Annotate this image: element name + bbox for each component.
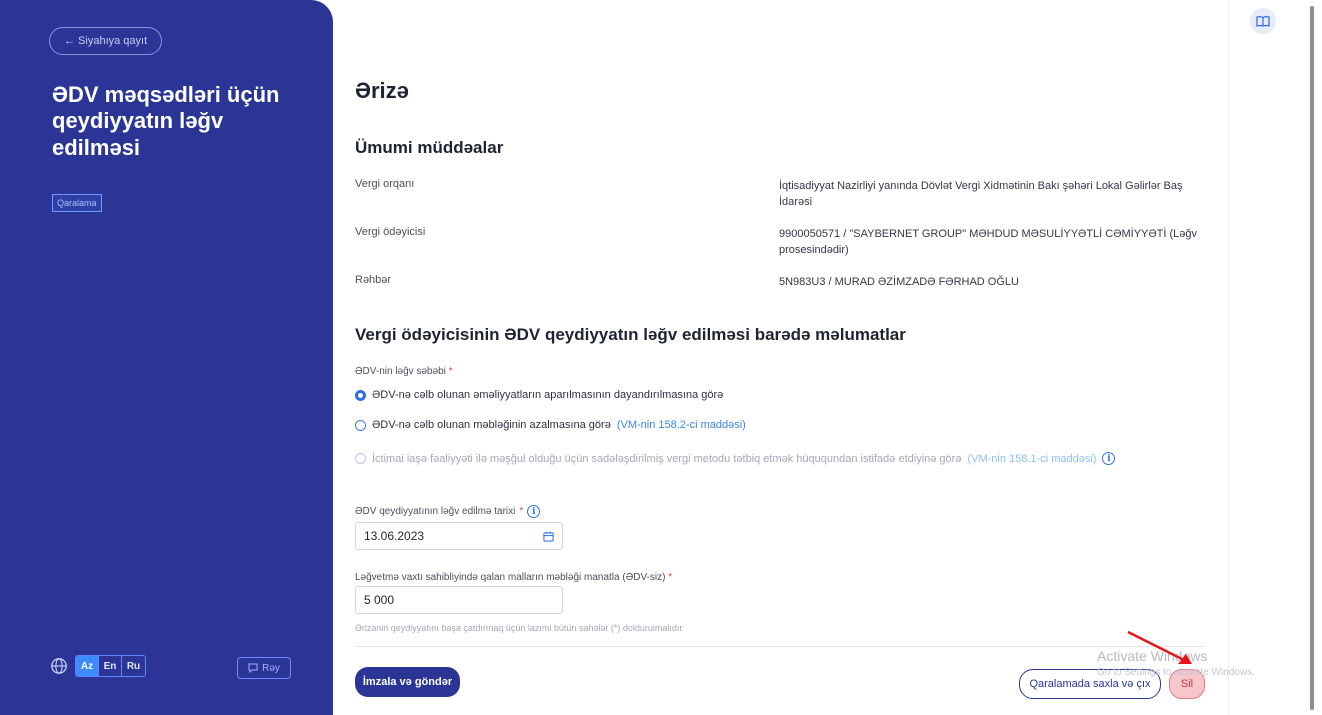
reason-option-1[interactable]: ƏDV-nə cəlb olunan əməliyyatların aparıl…: [355, 389, 723, 401]
reason-option-2[interactable]: ƏDV-nə cəlb olunan məbləğinin azalmasına…: [355, 419, 746, 431]
page-title: Ərizə: [355, 78, 409, 103]
main-content: Ərizə Ümumi müddəalar Vergi orqanı İqtis…: [355, 0, 1225, 715]
feedback-button[interactable]: Rəy: [237, 657, 291, 679]
sign-and-send-button[interactable]: İmzala və göndər: [355, 667, 460, 697]
date-label: ƏDV qeydiyyatının ləğv edilmə tarixi * i: [355, 505, 541, 518]
director-label: Rəhbər: [355, 274, 392, 286]
reason-option-1-text: ƏDV-nə cəlb olunan əməliyyatların aparıl…: [372, 389, 724, 401]
taxpayer-label: Vergi ödəyicisi: [355, 226, 426, 238]
reason-option-3: İctimai iaşə fəaliyyəti ilə məşğul olduğ…: [355, 452, 1116, 465]
book-icon: [1256, 16, 1270, 27]
reason-option-2-text: ƏDV-nə cəlb olunan məbləğinin azalmasına…: [372, 419, 611, 431]
activation-watermark-title: Activate Windows: [1097, 648, 1208, 664]
comment-icon: [248, 663, 258, 673]
reason-label: ƏDV-nin ləğv səbəbi *: [355, 366, 453, 377]
calendar-icon[interactable]: [543, 531, 554, 542]
radio-unselected[interactable]: [355, 419, 366, 431]
general-section-title: Ümumi müddəalar: [355, 138, 504, 157]
language-switcher: Az En Ru: [75, 655, 146, 677]
article-link-158-2[interactable]: (VM-nin 158.2-ci maddəsi): [617, 419, 746, 431]
tax-authority-label: Vergi orqanı: [355, 178, 415, 190]
date-info-icon[interactable]: i: [527, 505, 541, 518]
article-link-158-1[interactable]: (VM-nin 158.1-ci maddəsi): [967, 453, 1096, 465]
status-badge: Qaralama: [52, 194, 102, 212]
sidebar: ← Siyahıya qayıt ƏDV məqsədləri üçün qey…: [0, 0, 333, 715]
radio-disabled: [355, 453, 366, 464]
taxpayer-value: 9900050571 / "SAYBERNET GROUP" MƏHDUD MƏ…: [779, 228, 1198, 256]
globe-icon: [51, 658, 67, 674]
guide-button[interactable]: [1250, 8, 1276, 34]
lang-en-button[interactable]: En: [99, 656, 122, 676]
back-to-list-button[interactable]: ← Siyahıya qayıt: [49, 27, 163, 55]
scrollbar-thumb[interactable]: [1310, 6, 1314, 710]
right-rail: [1228, 0, 1308, 715]
back-button-label: ← Siyahıya qayıt: [64, 35, 148, 47]
radio-selected[interactable]: [355, 389, 366, 401]
feedback-label: Rəy: [262, 662, 280, 674]
required-mark: *: [448, 366, 453, 377]
amount-label: Ləğvetmə vaxtı sahibliyində qalan mallar…: [355, 572, 673, 583]
vat-section-title: Vergi ödəyicisinin ƏDV qeydiyyatın ləğv …: [355, 325, 906, 344]
form-title: ƏDV məqsədləri üçün qeydiyyatın ləğv edi…: [52, 82, 280, 160]
required-fields-hint: Ərizənin qeydiyyatını başa çatdırmaq üçü…: [355, 623, 683, 633]
date-value: 13.06.2023: [364, 529, 425, 543]
amount-input[interactable]: 5 000: [355, 586, 563, 614]
info-icon[interactable]: i: [1102, 452, 1116, 465]
lang-ru-button[interactable]: Ru: [122, 656, 145, 676]
cancellation-date-input[interactable]: 13.06.2023: [355, 522, 563, 550]
reason-option-3-text: İctimai iaşə fəaliyyəti ilə məşğul olduğ…: [372, 452, 962, 465]
director-value: 5N983U3 / MURAD ƏZİMZADƏ FƏRHAD OĞLU: [779, 276, 1019, 288]
footer-divider: [355, 646, 1205, 647]
activation-watermark-subtitle: Go to Settings to activate Windows.: [1097, 667, 1255, 678]
lang-az-button[interactable]: Az: [76, 656, 99, 676]
tax-authority-value: İqtisadiyyat Nazirliyi yanında Dövlət Ve…: [779, 180, 1183, 208]
amount-value: 5 000: [364, 593, 395, 607]
